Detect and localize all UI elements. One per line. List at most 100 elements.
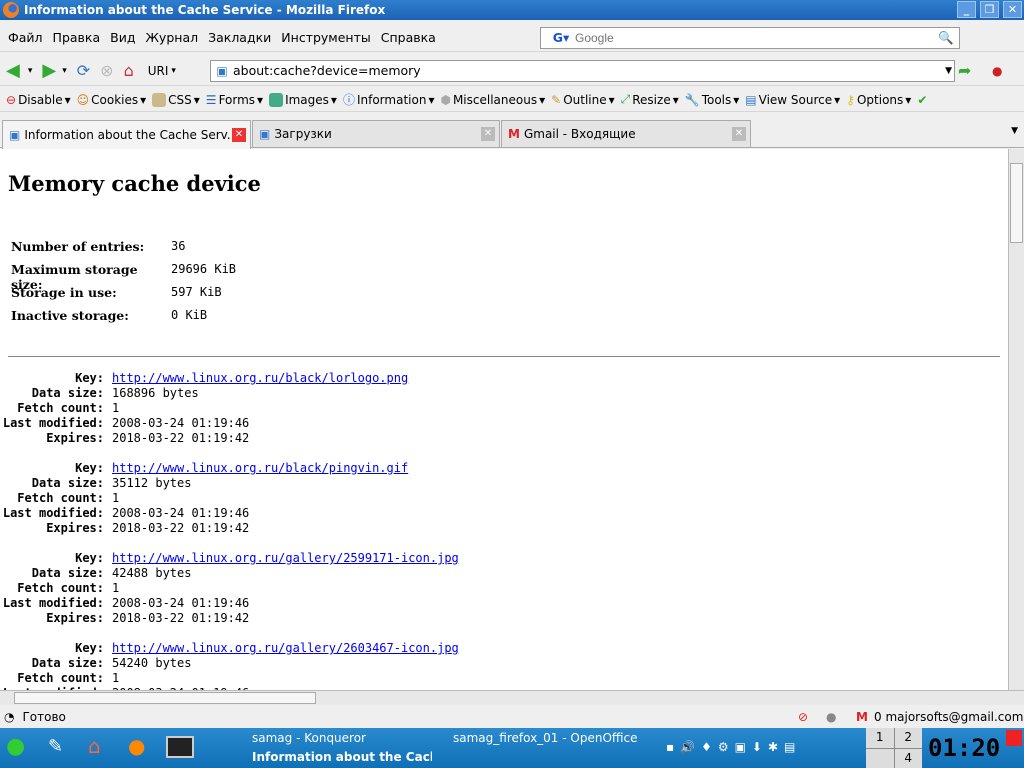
menu-view[interactable]: Вид bbox=[110, 30, 135, 45]
entry-count: 1 bbox=[112, 401, 120, 415]
url-input[interactable]: about:cache?device=memory bbox=[233, 63, 421, 78]
cache-entries: Key: http://www.linux.org.ru/black/lorlog… bbox=[0, 371, 459, 690]
field-label: Data size: bbox=[31, 566, 104, 580]
field-label: Data size: bbox=[31, 386, 104, 400]
images-menu[interactable]: Images ▾ bbox=[269, 92, 337, 107]
menu-tools[interactable]: Инструменты bbox=[281, 30, 370, 45]
gmail-icon: M bbox=[508, 127, 520, 141]
minimize-button[interactable]: _ bbox=[957, 1, 976, 18]
resize-menu[interactable]: ⤢ Resize ▾ bbox=[621, 92, 679, 107]
task-konqueror[interactable]: samag - Konqueror bbox=[252, 731, 366, 745]
vertical-scrollbar[interactable] bbox=[1008, 149, 1024, 690]
info-icon[interactable]: ● bbox=[826, 710, 836, 724]
terminal-icon[interactable] bbox=[166, 736, 194, 758]
menu-bar: Файл Правка Вид Журнал Закладки Инструме… bbox=[0, 24, 1024, 52]
entry-size: 42488 bytes bbox=[112, 566, 192, 580]
page-title: Memory cache device bbox=[8, 171, 261, 196]
information-menu[interactable]: ⓘ Information ▾ bbox=[343, 91, 435, 108]
tab-cache-info[interactable]: ▣ Information about the Cache Serv... ✕ bbox=[2, 120, 251, 149]
window-title: Information about the Cache Service - Mo… bbox=[24, 3, 386, 17]
tab-list-icon[interactable]: ▼ bbox=[1011, 126, 1018, 136]
forms-menu[interactable]: ☰ Forms ▾ bbox=[206, 93, 263, 107]
task-openoffice[interactable]: samag_firefox_01 - OpenOffice bbox=[453, 731, 637, 745]
entry-key-link[interactable]: http://www.linux.org.ru/black/pingvin.gi… bbox=[112, 461, 408, 476]
uri-button[interactable]: URI bbox=[148, 64, 169, 78]
entry-modified: 2008-03-24 01:19:46 bbox=[112, 506, 250, 520]
outline-menu[interactable]: ✎ Outline ▾ bbox=[551, 93, 615, 107]
desktop-pager[interactable]: 124 bbox=[866, 728, 922, 768]
web-developer-toolbar: ⊖ Disable ▾ ☺ Cookies ▾ CSS ▾ ☰ Forms ▾ Images ▾… bbox=[0, 88, 1024, 112]
gmail-notifier[interactable]: 0 majorsofts@gmail.com bbox=[874, 710, 1023, 724]
entry-modified-row: Last modified: 2008-03-24 01:19:46 bbox=[0, 596, 459, 611]
entry-key-link[interactable]: http://www.linux.org.ru/gallery/2603467-… bbox=[112, 641, 459, 656]
cache-entry: Key: http://www.linux.org.ru/black/pingvi… bbox=[0, 461, 459, 536]
addon-icon[interactable]: ● bbox=[992, 64, 1002, 78]
cookies-menu[interactable]: ☺ Cookies ▾ bbox=[77, 93, 147, 107]
url-bar[interactable]: ▣ about:cache?device=memory ▼ bbox=[210, 59, 955, 82]
entry-count: 1 bbox=[112, 581, 120, 595]
menu-file[interactable]: Файл bbox=[8, 30, 43, 45]
task-firefox[interactable]: Information about the Cache S bbox=[252, 750, 432, 764]
entry-key-row: Key: http://www.linux.org.ru/gallery/2603… bbox=[0, 641, 459, 656]
tab-downloads[interactable]: ▣ Загрузки ✕ bbox=[252, 120, 500, 147]
options-menu[interactable]: ⚷ Options ▾ bbox=[846, 93, 911, 107]
entry-expires-row: Expires: 2018-03-22 01:19:42 bbox=[0, 521, 459, 536]
cache-entry: Key: http://www.linux.org.ru/black/lorlog… bbox=[0, 371, 459, 446]
status-icon: ◔ bbox=[4, 710, 15, 724]
entry-size-row: Data size: 168896 bytes bbox=[0, 386, 459, 401]
close-tab-icon[interactable]: ✕ bbox=[232, 128, 246, 142]
firefox-icon[interactable]: ● bbox=[128, 734, 145, 758]
page-icon: ▣ bbox=[216, 63, 228, 78]
miscellaneous-menu[interactable]: ⬢ Miscellaneous ▾ bbox=[440, 93, 545, 107]
disable-menu[interactable]: ⊖ Disable ▾ bbox=[6, 93, 71, 107]
system-tray[interactable]: ▪🔊♦⚙▣⬇✱▤ bbox=[666, 740, 801, 754]
field-label: Fetch count: bbox=[17, 581, 104, 595]
horizontal-scrollbar[interactable] bbox=[0, 690, 1024, 705]
entry-count: 1 bbox=[112, 671, 120, 685]
entry-key-link[interactable]: http://www.linux.org.ru/black/lorlogo.pn… bbox=[112, 371, 408, 386]
maximize-button[interactable]: ❐ bbox=[980, 1, 999, 18]
entry-count: 1 bbox=[112, 491, 120, 505]
editor-icon[interactable]: ✎ bbox=[48, 736, 63, 757]
entry-modified-row: Last modified: 2008-03-24 01:19:46 bbox=[0, 416, 459, 431]
reload-icon[interactable]: ⟳ bbox=[77, 61, 90, 80]
extension-icon[interactable] bbox=[458, 31, 472, 45]
entry-count-row: Fetch count: 1 bbox=[0, 671, 459, 686]
menu-history[interactable]: Журнал bbox=[145, 30, 198, 45]
close-button[interactable]: ✕ bbox=[1003, 1, 1022, 18]
stop-icon[interactable]: ⊗ bbox=[100, 61, 113, 80]
page-icon: ▣ bbox=[259, 127, 271, 141]
field-label: Data size: bbox=[31, 656, 104, 670]
entry-key-link[interactable]: http://www.linux.org.ru/gallery/2599171-… bbox=[112, 551, 459, 566]
url-dropdown-icon[interactable]: ▼ bbox=[945, 66, 952, 76]
menu-bookmarks[interactable]: Закладки bbox=[208, 30, 271, 45]
check-icon[interactable]: ✔ bbox=[917, 93, 927, 107]
search-icon[interactable]: 🔍 bbox=[935, 30, 957, 46]
entry-size: 54240 bytes bbox=[112, 656, 192, 670]
css-menu[interactable]: CSS ▾ bbox=[152, 92, 200, 107]
home-icon[interactable]: ⌂ bbox=[124, 61, 134, 80]
google-icon[interactable]: G▾ bbox=[549, 30, 573, 45]
logout-icon[interactable] bbox=[1006, 730, 1022, 746]
menu-help[interactable]: Справка bbox=[381, 30, 436, 45]
start-menu-icon[interactable]: ● bbox=[6, 734, 25, 759]
gmail-icon[interactable]: M bbox=[856, 710, 868, 724]
field-label: Key: bbox=[75, 641, 104, 655]
blocked-icon[interactable]: ⊘ bbox=[798, 710, 808, 724]
close-tab-icon[interactable]: ✕ bbox=[481, 127, 495, 141]
menu-edit[interactable]: Правка bbox=[53, 30, 101, 45]
forward-icon[interactable]: ▶ bbox=[42, 60, 56, 81]
field-label: Expires: bbox=[46, 611, 104, 625]
search-box[interactable]: G▾ 🔍 bbox=[540, 26, 960, 49]
back-icon[interactable]: ◀ bbox=[6, 60, 20, 81]
close-tab-icon[interactable]: ✕ bbox=[732, 127, 746, 141]
home-icon[interactable]: ⌂ bbox=[88, 734, 101, 758]
view-source-menu[interactable]: ▤ View Source ▾ bbox=[745, 93, 840, 107]
tab-gmail[interactable]: M Gmail - Входящие ✕ bbox=[501, 120, 751, 147]
go-icon[interactable]: ➦ bbox=[958, 61, 971, 80]
entry-key-row: Key: http://www.linux.org.ru/black/lorlog… bbox=[0, 371, 459, 386]
field-label: Fetch count: bbox=[17, 401, 104, 415]
tools-menu[interactable]: 🔧 Tools ▾ bbox=[685, 93, 740, 107]
cache-stats: Number of entries: 36 Maximum storage siz… bbox=[11, 239, 237, 323]
search-input[interactable] bbox=[575, 28, 927, 47]
